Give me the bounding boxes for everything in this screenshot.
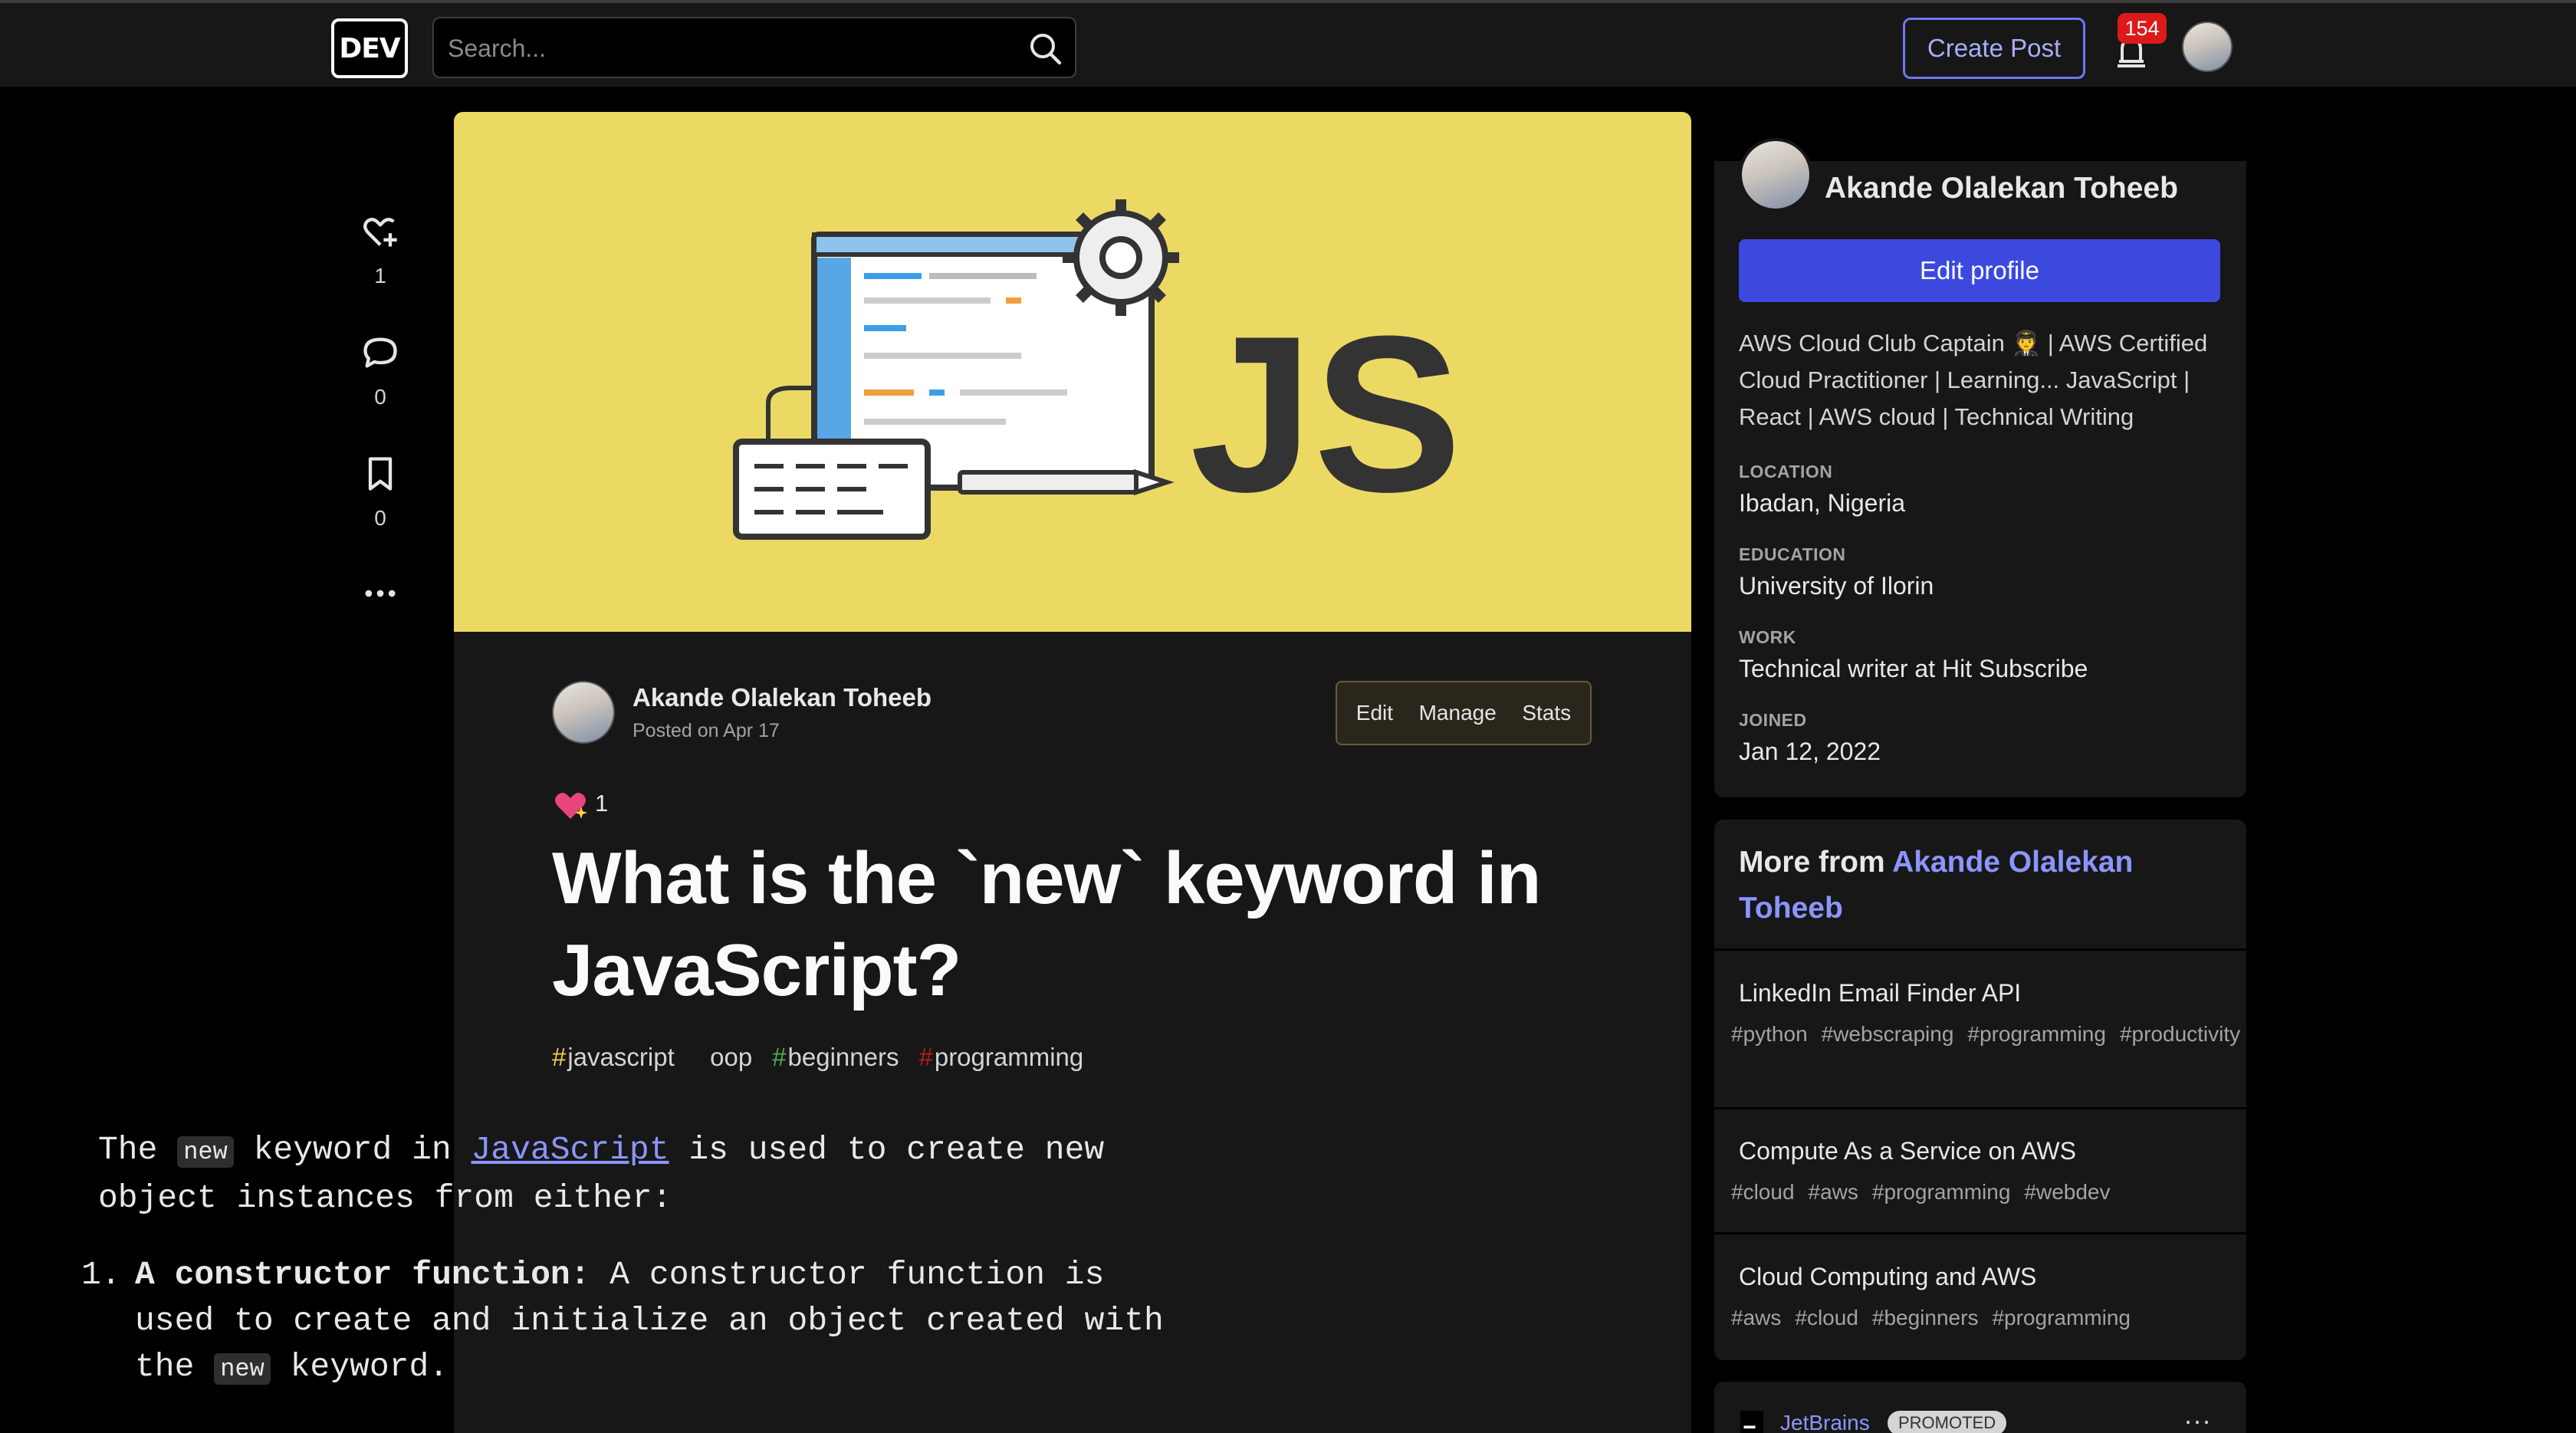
search-bar[interactable]	[432, 17, 1076, 78]
manage-button[interactable]: Manage	[1419, 701, 1497, 725]
more-item-title[interactable]: LinkedIn Email Finder API	[1739, 979, 2021, 1007]
list-number: 1.	[81, 1256, 121, 1293]
notification-count-badge[interactable]: 154	[2118, 13, 2167, 44]
more-item-tag[interactable]: #programming	[1967, 1022, 2106, 1046]
article-tags: # javascript # oop # beginners # programming	[552, 1043, 1083, 1072]
author-avatar[interactable]	[552, 681, 615, 744]
stats-button[interactable]: Stats	[1522, 701, 1571, 725]
article-body: The new keyword in JavaScript is used to…	[81, 1127, 1171, 1392]
intro-paragraph: The new keyword in JavaScript is used to…	[98, 1131, 1105, 1217]
education-label: EDUCATION	[1739, 544, 1846, 564]
inline-code: new	[177, 1136, 234, 1168]
sparkle-heart-icon	[555, 793, 587, 819]
promoted-card: JetBrains PROMOTED ···	[1714, 1382, 2246, 1433]
dev-logo[interactable]: DEV	[331, 18, 408, 78]
javascript-link[interactable]: JavaScript	[471, 1131, 669, 1168]
more-item-title[interactable]: Cloud Computing and AWS	[1739, 1263, 2036, 1291]
inline-code: new	[214, 1353, 271, 1385]
more-item-tag[interactable]: #programming	[1992, 1306, 2131, 1329]
more-item-tag[interactable]: #cloud	[1731, 1180, 1795, 1204]
more-item-tag[interactable]: #aws	[1809, 1180, 1858, 1204]
search-icon[interactable]	[1027, 31, 1064, 67]
author-profile-card: Akande Olalekan Toheeb Edit profile AWS …	[1714, 112, 2246, 797]
more-item-tag[interactable]: #python	[1731, 1022, 1808, 1046]
divider	[1714, 1107, 2246, 1109]
promoted-badge: PROMOTED	[1888, 1411, 2007, 1433]
work-value: Technical writer at Hit Subscribe	[1739, 655, 2088, 682]
location-value: Ibadan, Nigeria	[1739, 489, 1906, 517]
more-item-tag[interactable]: #programming	[1872, 1180, 2011, 1204]
more-item-tag[interactable]: #webscraping	[1822, 1022, 1954, 1046]
promo-more-options-icon[interactable]: ···	[2183, 1405, 2211, 1433]
joined-value: Jan 12, 2022	[1739, 738, 1881, 765]
tag-javascript[interactable]: # javascript	[552, 1043, 675, 1072]
comment-count: 0	[374, 385, 386, 409]
create-post-button[interactable]: Create Post	[1903, 18, 2085, 79]
more-options-icon[interactable]	[360, 574, 400, 613]
article-reaction-count: 1	[595, 790, 609, 817]
heart-add-icon[interactable]	[360, 212, 400, 251]
top-header: DEV Create Post 154	[0, 0, 2576, 87]
comment-icon[interactable]	[360, 333, 400, 373]
edit-button[interactable]: Edit	[1356, 701, 1393, 725]
more-item-tag[interactable]: #aws	[1731, 1306, 1781, 1329]
more-item-tag[interactable]: #cloud	[1795, 1306, 1858, 1329]
reaction-count: 1	[374, 264, 386, 288]
edit-profile-button[interactable]: Edit profile	[1739, 239, 2220, 302]
divider	[1714, 1232, 2246, 1234]
more-item-tags: #cloud #aws #programming #webdev	[1731, 1176, 2229, 1208]
profile-bio: AWS Cloud Club Captain 🧑‍✈️ | AWS Certif…	[1739, 330, 2208, 430]
promoted-org-name[interactable]: JetBrains	[1780, 1411, 1870, 1433]
cover-illustration: JS	[733, 199, 1462, 540]
more-item-tags: #python #webscraping #programming #producti…	[1731, 1018, 2240, 1050]
more-from-heading: More from Akande Olalekan Toheeb	[1739, 846, 2134, 925]
cover-image: JS	[454, 112, 1691, 632]
list-item: 1. A constructor function: A constructor…	[81, 1252, 1171, 1392]
bookmark-icon[interactable]	[360, 454, 400, 494]
profile-avatar[interactable]	[1739, 138, 1812, 212]
posted-date: Posted on Apr 17	[632, 720, 780, 741]
location-label: LOCATION	[1739, 462, 1833, 482]
article-title: What is the `new` keyword in JavaScript?	[552, 837, 1541, 1011]
tag-beginners[interactable]: # beginners	[772, 1043, 899, 1072]
tag-oop[interactable]: # oop	[695, 1043, 752, 1072]
search-input[interactable]	[446, 26, 986, 71]
user-avatar[interactable]	[2182, 21, 2233, 72]
more-item-title[interactable]: Compute As a Service on AWS	[1739, 1137, 2076, 1165]
bookmark-count: 0	[374, 506, 386, 530]
education-value: University of Ilorin	[1739, 572, 1934, 600]
more-item-tag[interactable]: #webdev	[2024, 1180, 2110, 1204]
joined-label: JOINED	[1739, 710, 1807, 730]
post-actions-bar: Edit Manage Stats	[1336, 681, 1592, 745]
jetbrains-logo-icon	[1740, 1411, 1763, 1433]
list-item-term: A constructor function:	[135, 1256, 590, 1293]
more-item-tag[interactable]: #beginners	[1872, 1306, 1979, 1329]
more-item-tags: #aws #cloud #beginners #programming	[1731, 1302, 2229, 1334]
divider	[1714, 948, 2246, 951]
work-label: WORK	[1739, 627, 1796, 647]
tag-programming[interactable]: # programming	[918, 1043, 1083, 1072]
more-item-tag[interactable]: #productivity	[2120, 1022, 2240, 1046]
author-name[interactable]: Akande Olalekan Toheeb	[632, 683, 932, 712]
more-from-author-card: More from Akande Olalekan Toheeb LinkedI…	[1714, 820, 2246, 1360]
profile-name[interactable]: Akande Olalekan Toheeb	[1825, 172, 2178, 205]
svg-text:JS: JS	[1190, 290, 1462, 538]
